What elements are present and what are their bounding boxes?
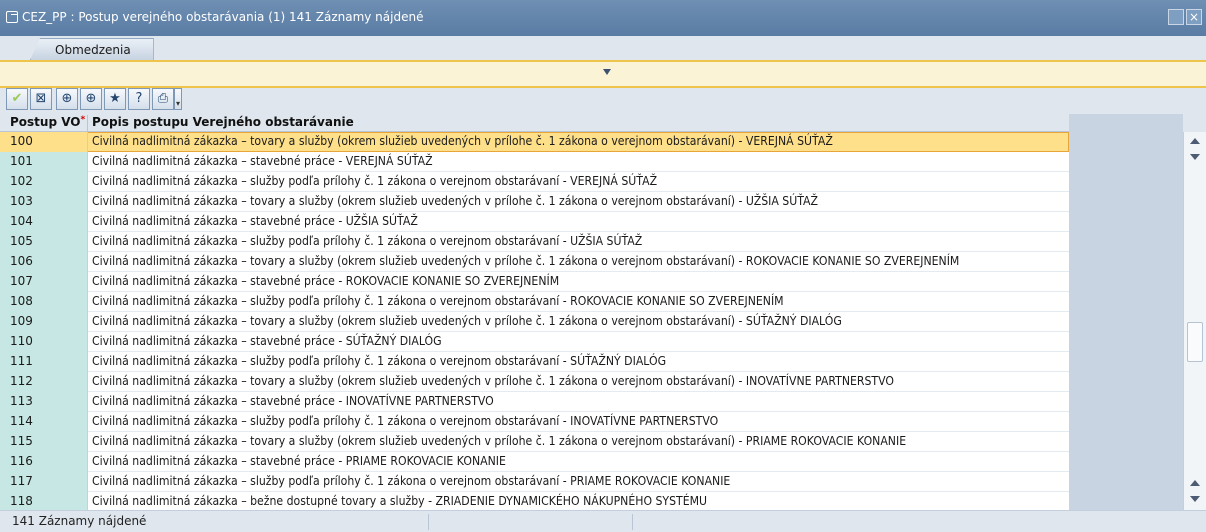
cell-description[interactable]: Civilná nadlimitná zákazka – služby podľ… [92, 412, 718, 432]
cell-description[interactable]: Civilná nadlimitná zákazka – stavebné pr… [92, 452, 506, 472]
window-title: CEZ_PP : Postup verejného obstarávania (… [22, 10, 424, 24]
help-icon[interactable]: ? [128, 88, 150, 110]
scroll-page-up-icon[interactable] [1190, 480, 1200, 486]
cell-description[interactable]: Civilná nadlimitná zákazka – služby podľ… [92, 232, 642, 252]
status-bar: 141 Záznamy nájdené [0, 510, 1206, 532]
required-mark: * [80, 115, 86, 125]
close-button[interactable]: × [1186, 9, 1202, 25]
cell-code[interactable]: 116 [0, 452, 88, 472]
status-text: 141 Záznamy nájdené [12, 514, 147, 528]
table-row[interactable]: 118 Civilná nadlimitná zákazka – bežne do… [0, 492, 1069, 512]
table-row[interactable]: 112 Civilná nadlimitná zákazka – tovary a… [0, 372, 1069, 392]
toolbar: ✔ ⊠ ⊕ ⊕ ★? ⎙ ▾ [0, 88, 1206, 114]
window-menu-icon[interactable] [6, 11, 18, 23]
expand-arrow-icon[interactable] [603, 69, 611, 75]
table-row[interactable]: 109 Civilná nadlimitná zákazka – tovary a… [0, 312, 1069, 332]
column-header-code-label: Postup VO [10, 115, 81, 129]
results-grid: Postup VO* Popis postupu Verejného obsta… [0, 114, 1206, 512]
cell-description[interactable]: Civilná nadlimitná zákazka – tovary a sl… [92, 312, 842, 332]
cell-code[interactable]: 101 [0, 152, 88, 172]
table-row[interactable]: 102 Civilná nadlimitná zákazka – služby p… [0, 172, 1069, 192]
table-row[interactable]: 103 Civilná nadlimitná zákazka – tovary a… [0, 192, 1069, 212]
table-row[interactable]: 117 Civilná nadlimitná zákazka – služby p… [0, 472, 1069, 492]
tab-strip: Obmedzenia [0, 36, 1206, 60]
cell-description[interactable]: Civilná nadlimitná zákazka – služby podľ… [92, 292, 784, 312]
cell-code[interactable]: 110 [0, 332, 88, 352]
cell-description[interactable]: Civilná nadlimitná zákazka – stavebné pr… [92, 272, 559, 292]
table-row[interactable]: 113 Civilná nadlimitná zákazka – stavebné… [0, 392, 1069, 412]
cell-code[interactable]: 107 [0, 272, 88, 292]
cell-code[interactable]: 106 [0, 252, 88, 272]
scroll-up-icon[interactable] [1190, 138, 1200, 144]
cell-description[interactable]: Civilná nadlimitná zákazka – stavebné pr… [92, 332, 442, 352]
dropdown-icon[interactable]: ▾ [174, 88, 182, 110]
favorites-icon[interactable]: ★ [104, 88, 126, 110]
title-bar: CEZ_PP : Postup verejného obstarávania (… [0, 0, 1206, 36]
table-row[interactable]: 115 Civilná nadlimitná zákazka – tovary a… [0, 432, 1069, 452]
cell-code[interactable]: 114 [0, 412, 88, 432]
scroll-down-icon[interactable] [1190, 496, 1200, 502]
cell-description[interactable]: Civilná nadlimitná zákazka – stavebné pr… [92, 392, 494, 412]
print-icon[interactable]: ⎙ [152, 88, 174, 110]
find-next-icon[interactable]: ⊕ [80, 88, 102, 110]
cell-description[interactable]: Civilná nadlimitná zákazka – stavebné pr… [92, 152, 433, 172]
cell-description[interactable]: Civilná nadlimitná zákazka – služby podľ… [92, 172, 657, 192]
cell-description[interactable]: Civilná nadlimitná zákazka – bežne dostu… [92, 492, 707, 512]
cell-code[interactable]: 103 [0, 192, 88, 212]
cell-code[interactable]: 117 [0, 472, 88, 492]
table-row[interactable]: 101 Civilná nadlimitná zákazka – stavebné… [0, 152, 1069, 172]
cell-code[interactable]: 112 [0, 372, 88, 392]
cell-code[interactable]: 105 [0, 232, 88, 252]
table-row[interactable]: 114 Civilná nadlimitná zákazka – služby p… [0, 412, 1069, 432]
status-divider [632, 514, 633, 530]
table-row[interactable]: 106 Civilná nadlimitná zákazka – tovary a… [0, 252, 1069, 272]
cell-code[interactable]: 104 [0, 212, 88, 232]
cell-code[interactable]: 111 [0, 352, 88, 372]
minimize-button[interactable] [1168, 9, 1184, 25]
column-header-description[interactable]: Popis postupu Verejného obstarávanie [92, 115, 354, 129]
cell-code[interactable]: 100 [0, 132, 88, 152]
cell-description[interactable]: Civilná nadlimitná zákazka – tovary a sl… [92, 252, 959, 272]
cell-code[interactable]: 113 [0, 392, 88, 412]
table-row[interactable]: 111 Civilná nadlimitná zákazka – služby p… [0, 352, 1069, 372]
table-row[interactable]: 107 Civilná nadlimitná zákazka – stavebné… [0, 272, 1069, 292]
scroll-thumb[interactable] [1187, 322, 1203, 362]
status-divider [428, 514, 429, 530]
vertical-scrollbar[interactable] [1183, 132, 1206, 510]
cell-description[interactable]: Civilná nadlimitná zákazka – tovary a sl… [92, 192, 818, 212]
cell-description[interactable]: Civilná nadlimitná zákazka – tovary a sl… [92, 132, 833, 152]
check-icon[interactable]: ✔ [6, 88, 28, 110]
cell-description[interactable]: Civilná nadlimitná zákazka – stavebné pr… [92, 212, 418, 232]
cell-code[interactable]: 108 [0, 292, 88, 312]
table-row[interactable]: 116 Civilná nadlimitná zákazka – stavebné… [0, 452, 1069, 472]
column-header-code[interactable]: Postup VO* [0, 115, 88, 133]
tab-obmedzenia[interactable]: Obmedzenia [30, 38, 154, 60]
table-row[interactable]: 105 Civilná nadlimitná zákazka – služby p… [0, 232, 1069, 252]
table-row[interactable]: 104 Civilná nadlimitná zákazka – stavebné… [0, 212, 1069, 232]
grid-empty-area [1069, 114, 1183, 510]
table-row[interactable]: 100 Civilná nadlimitná zákazka – tovary a… [0, 132, 1069, 152]
cell-code[interactable]: 109 [0, 312, 88, 332]
grid-header: Postup VO* Popis postupu Verejného obsta… [0, 114, 1069, 133]
cell-description[interactable]: Civilná nadlimitná zákazka – služby podľ… [92, 352, 666, 372]
scroll-page-down-icon[interactable] [1190, 154, 1200, 160]
cell-description[interactable]: Civilná nadlimitná zákazka – tovary a sl… [92, 432, 906, 452]
cell-code[interactable]: 115 [0, 432, 88, 452]
cell-code[interactable]: 118 [0, 492, 88, 512]
find-icon[interactable]: ⊕ [56, 88, 78, 110]
cancel-icon[interactable]: ⊠ [30, 88, 52, 110]
cell-code[interactable]: 102 [0, 172, 88, 192]
cell-description[interactable]: Civilná nadlimitná zákazka – tovary a sl… [92, 372, 894, 392]
table-row[interactable]: 110 Civilná nadlimitná zákazka – stavebné… [0, 332, 1069, 352]
grid-rows: 100 Civilná nadlimitná zákazka – tovary a… [0, 132, 1069, 512]
cell-description[interactable]: Civilná nadlimitná zákazka – služby podľ… [92, 472, 730, 492]
restrictions-panel-toggle[interactable] [0, 60, 1206, 88]
table-row[interactable]: 108 Civilná nadlimitná zákazka – služby p… [0, 292, 1069, 312]
